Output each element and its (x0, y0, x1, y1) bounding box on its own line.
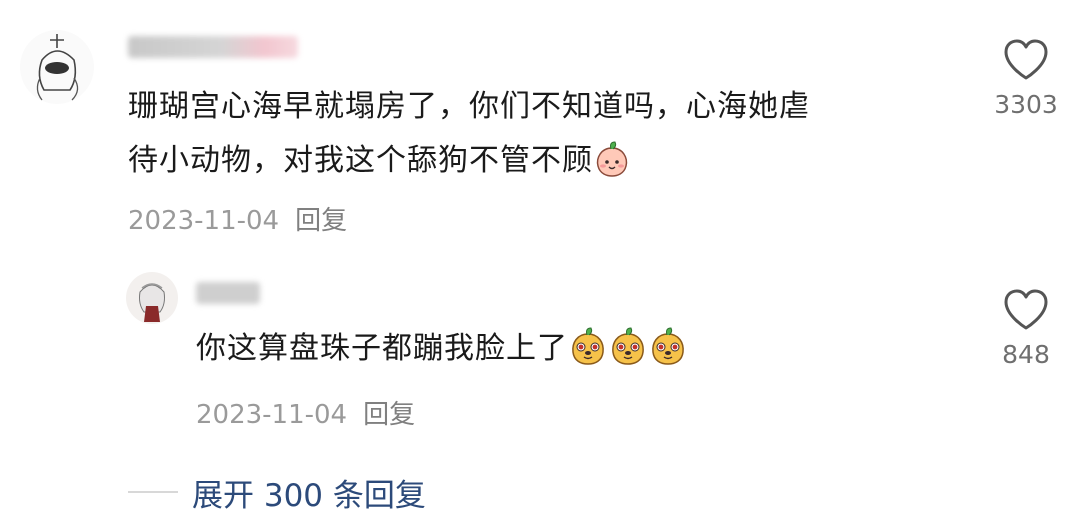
avatar[interactable] (126, 272, 178, 324)
comment-date: 2023-11-04 (128, 206, 280, 236)
heart-outline-icon (1004, 39, 1048, 80)
username-blurred[interactable] (128, 36, 298, 58)
like-button[interactable]: 848 (981, 288, 1071, 369)
avatar[interactable] (20, 30, 94, 104)
reply-button[interactable]: 回复 (295, 206, 347, 236)
reply-button[interactable]: 回复 (363, 400, 415, 430)
username-blurred[interactable] (196, 282, 260, 304)
heart-outline-icon (1004, 289, 1048, 330)
peach-face-emoji (593, 140, 631, 196)
comment-meta: 2023-11-04 回复 (196, 394, 415, 431)
comment-text: 你这算盘珠子都蹦我脸上了 (196, 322, 956, 384)
comment-date: 2023-11-04 (196, 400, 348, 430)
dog-face-emoji (608, 326, 648, 384)
like-button[interactable]: 3303 (981, 38, 1071, 119)
like-count: 848 (1002, 340, 1050, 369)
expand-replies-button[interactable]: 展开 300 条回复 (192, 470, 426, 515)
comment-text: 珊瑚宫心海早就塌房了，你们不知道吗，心海她虐 待小动物，对我这个舔狗不管不顾 (128, 80, 988, 196)
avatar-anime-icon (126, 272, 178, 324)
avatar-sketch-icon (20, 30, 94, 104)
like-count: 3303 (994, 90, 1058, 119)
expand-divider (128, 491, 178, 493)
dog-face-emoji (568, 326, 608, 384)
comment-line: 珊瑚宫心海早就塌房了，你们不知道吗，心海她虐 (128, 89, 810, 124)
dog-face-emoji (648, 326, 688, 384)
comment-meta: 2023-11-04 回复 (128, 200, 347, 237)
comment-line: 待小动物，对我这个舔狗不管不顾 (128, 134, 988, 196)
